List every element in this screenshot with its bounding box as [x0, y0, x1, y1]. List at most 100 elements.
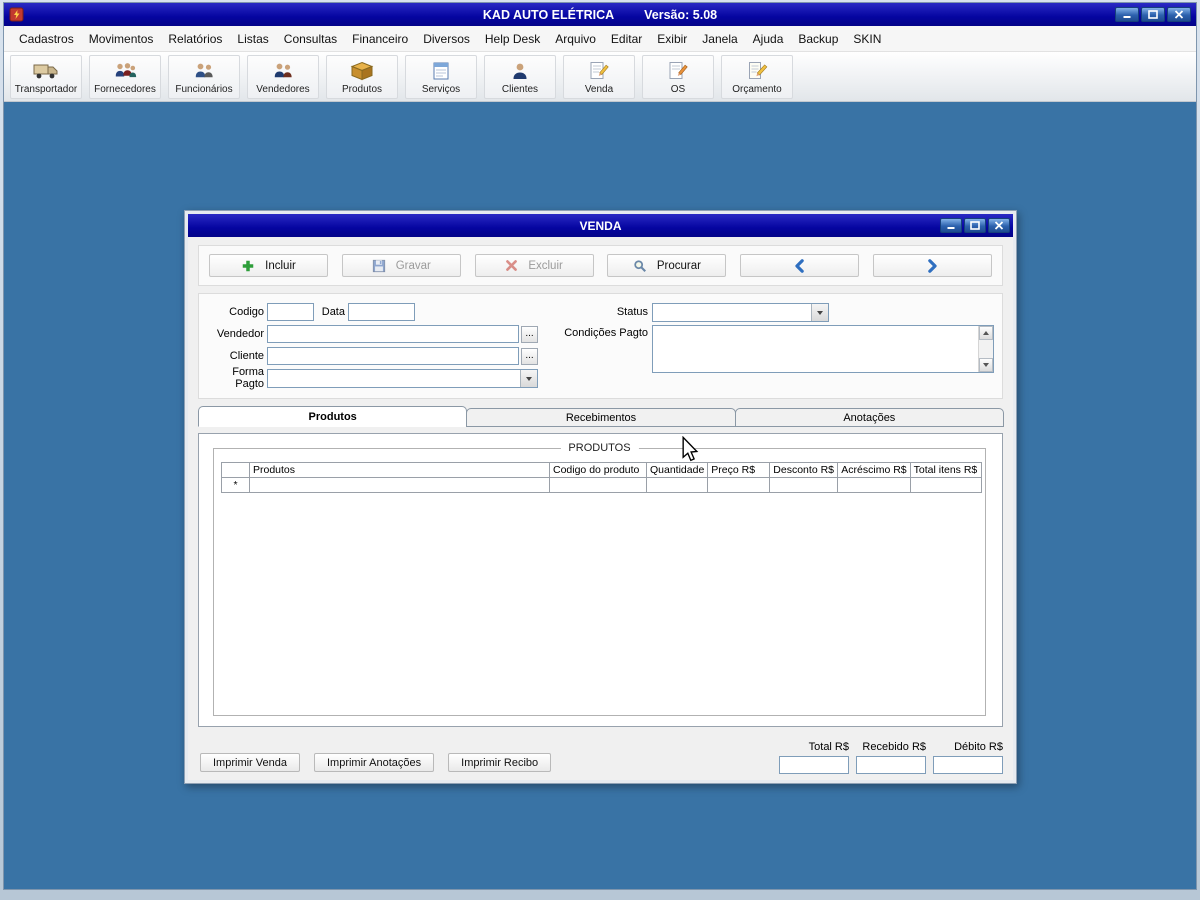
venda-titlebar[interactable]: VENDA	[188, 214, 1013, 237]
gravar-button[interactable]: Gravar	[342, 254, 461, 277]
condicoes-pagto-memo[interactable]	[652, 325, 994, 373]
minimize-button[interactable]	[1115, 7, 1139, 22]
venda-close-button[interactable]	[988, 218, 1010, 233]
people-group-icon	[271, 59, 295, 83]
cliente-label: Cliente	[203, 350, 267, 362]
menu-item-editar[interactable]: Editar	[604, 29, 649, 49]
truck-icon	[33, 59, 59, 83]
imprimir-venda-button[interactable]: Imprimir Venda	[200, 753, 300, 772]
memo-scrollbar[interactable]	[978, 326, 993, 372]
debito-field[interactable]	[933, 756, 1003, 774]
toolbar-label: Produtos	[342, 84, 382, 95]
incluir-button[interactable]: Incluir	[209, 254, 328, 277]
grid-header-row: Produtos Codigo do produto Quantidade Pr…	[222, 463, 982, 478]
toolbar-button-os[interactable]: OS	[642, 55, 714, 99]
tab-recebimentos[interactable]: Recebimentos	[466, 408, 735, 427]
grid-col-quantidade: Quantidade	[647, 463, 708, 478]
toolbar-button-vendedores[interactable]: Vendedores	[247, 55, 319, 99]
venda-body: Incluir Gravar	[188, 237, 1013, 780]
toolbar-button-servicos[interactable]: Serviços	[405, 55, 477, 99]
menu-item-listas[interactable]: Listas	[230, 29, 275, 49]
data-field[interactable]	[348, 303, 415, 321]
menu-item-diversos[interactable]: Diversos	[416, 29, 477, 49]
app-titlebar[interactable]: KAD AUTO ELÉTRICAVersão: 5.08	[4, 3, 1196, 26]
menu-item-helpdesk[interactable]: Help Desk	[478, 29, 547, 49]
cliente-lookup-button[interactable]: ...	[521, 348, 538, 365]
venda-minimize-button[interactable]	[940, 218, 962, 233]
venda-title: VENDA	[579, 219, 621, 233]
imprimir-anotacoes-button[interactable]: Imprimir Anotações	[314, 753, 434, 772]
forma-pagto-combobox[interactable]	[267, 369, 538, 388]
toolbar-button-produtos[interactable]: Produtos	[326, 55, 398, 99]
page-pencil-icon	[667, 59, 689, 83]
debito-column: Débito R$	[933, 741, 1003, 774]
box-icon	[350, 59, 374, 83]
close-button[interactable]	[1167, 7, 1191, 22]
next-record-button[interactable]	[873, 254, 992, 277]
tab-produtos[interactable]: Produtos	[198, 406, 467, 427]
toolbar-button-orcamento[interactable]: Orçamento	[721, 55, 793, 99]
screen: KAD AUTO ELÉTRICAVersão: 5.08 Cadastros …	[0, 0, 1200, 900]
cell-codigo[interactable]	[550, 478, 647, 493]
vendedor-lookup-button[interactable]: ...	[521, 326, 538, 343]
grid-col-total: Total itens R$	[910, 463, 981, 478]
menu-item-backup[interactable]: Backup	[791, 29, 845, 49]
menu-item-arquivo[interactable]: Arquivo	[548, 29, 603, 49]
menu-item-relatorios[interactable]: Relatórios	[161, 29, 229, 49]
menu-item-exibir[interactable]: Exibir	[650, 29, 694, 49]
arrow-right-icon	[925, 259, 939, 273]
venda-window-controls	[940, 218, 1010, 233]
excluir-label: Excluir	[528, 260, 563, 272]
recebido-field[interactable]	[856, 756, 926, 774]
cell-desconto[interactable]	[770, 478, 838, 493]
maximize-button[interactable]	[1141, 7, 1165, 22]
scroll-down-icon[interactable]	[979, 358, 993, 372]
venda-footer: Imprimir Venda Imprimir Anotações Imprim…	[198, 734, 1003, 774]
toolbar-button-funcionarios[interactable]: Funcionários	[168, 55, 240, 99]
cliente-field[interactable]	[267, 347, 519, 365]
grid-empty-row[interactable]: *	[222, 478, 982, 493]
toolbar-label: Transportador	[15, 84, 77, 95]
menu-item-janela[interactable]: Janela	[695, 29, 744, 49]
status-combobox[interactable]	[652, 303, 829, 322]
toolbar-label: OS	[671, 84, 685, 95]
menu-item-cadastros[interactable]: Cadastros	[12, 29, 81, 49]
cell-acrescimo[interactable]	[838, 478, 910, 493]
form-right-column: Status Condições Pagto	[564, 302, 994, 388]
mdi-area: VENDA	[4, 102, 1196, 889]
chevron-down-icon[interactable]	[811, 304, 828, 321]
scroll-up-icon[interactable]	[979, 326, 993, 340]
menu-item-movimentos[interactable]: Movimentos	[82, 29, 161, 49]
forma-pagto-field[interactable]	[268, 370, 520, 387]
cell-total[interactable]	[910, 478, 981, 493]
document-icon	[431, 59, 451, 83]
imprimir-recibo-button[interactable]: Imprimir Recibo	[448, 753, 551, 772]
total-field[interactable]	[779, 756, 849, 774]
debito-label: Débito R$	[954, 741, 1003, 753]
venda-maximize-button[interactable]	[964, 218, 986, 233]
chevron-down-icon[interactable]	[520, 370, 537, 387]
vendedor-field[interactable]	[267, 325, 519, 343]
menu-item-skin[interactable]: SKIN	[846, 29, 888, 49]
cell-quantidade[interactable]	[647, 478, 708, 493]
status-field[interactable]	[653, 304, 811, 321]
page-pencil-icon	[588, 59, 610, 83]
menu-item-ajuda[interactable]: Ajuda	[746, 29, 791, 49]
tab-anotacoes[interactable]: Anotações	[735, 408, 1004, 427]
plus-icon	[241, 259, 255, 273]
toolbar-button-venda[interactable]: Venda	[563, 55, 635, 99]
toolbar-button-transportador[interactable]: Transportador	[10, 55, 82, 99]
menu-item-consultas[interactable]: Consultas	[277, 29, 344, 49]
cell-preco[interactable]	[708, 478, 770, 493]
toolbar-button-clientes[interactable]: Clientes	[484, 55, 556, 99]
excluir-button[interactable]: Excluir	[475, 254, 594, 277]
condicoes-pagto-field[interactable]	[653, 326, 978, 372]
previous-record-button[interactable]	[740, 254, 859, 277]
produtos-grid[interactable]: Produtos Codigo do produto Quantidade Pr…	[221, 462, 982, 493]
app-icon	[9, 7, 24, 22]
codigo-field[interactable]	[267, 303, 314, 321]
cell-produtos[interactable]	[250, 478, 550, 493]
procurar-button[interactable]: Procurar	[607, 254, 726, 277]
toolbar-button-fornecedores[interactable]: Fornecedores	[89, 55, 161, 99]
menu-item-financeiro[interactable]: Financeiro	[345, 29, 415, 49]
